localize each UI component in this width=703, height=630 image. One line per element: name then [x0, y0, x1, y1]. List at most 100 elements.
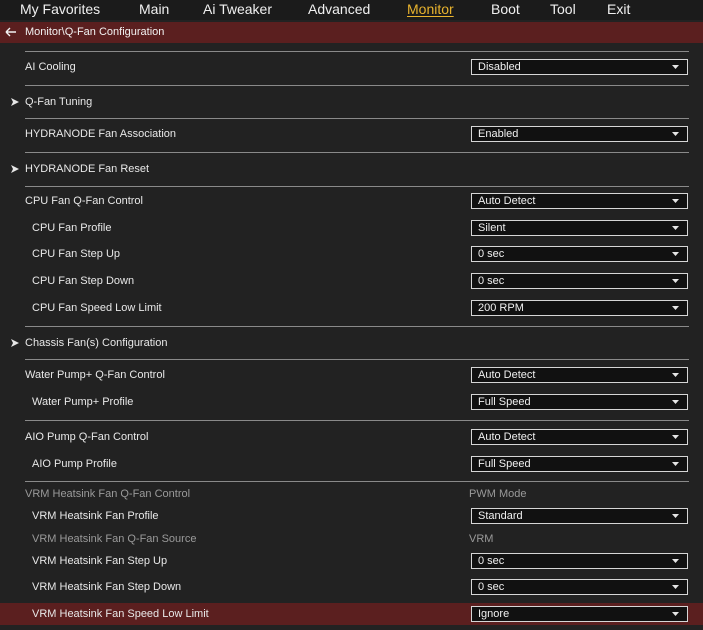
water-pump-q-fan-control-select[interactable]: Auto Detect: [471, 367, 688, 383]
select-value: Auto Detect: [478, 431, 536, 443]
breadcrumb[interactable]: Monitor\Q-Fan Configuration: [0, 22, 703, 43]
setting-label: VRM Heatsink Fan Q-Fan Control: [25, 488, 191, 500]
setting-cpu-fan-profile[interactable]: CPU Fan Profile Silent: [0, 217, 703, 239]
select-value: 0 sec: [478, 581, 505, 593]
chevron-down-icon: [672, 199, 679, 203]
select-value: 0 sec: [478, 555, 505, 567]
submenu-chassis-fan-configuration[interactable]: Chassis Fan(s) Configuration: [0, 332, 703, 354]
setting-label: CPU Fan Speed Low Limit: [32, 302, 162, 314]
setting-label: VRM Heatsink Fan Profile: [32, 510, 159, 522]
setting-ai-cooling[interactable]: AI Cooling Disabled: [0, 56, 703, 78]
select-value: 200 RPM: [478, 302, 524, 314]
submenu-arrow-icon: [11, 165, 19, 173]
divider: [25, 85, 689, 86]
submenu-q-fan-tuning[interactable]: Q-Fan Tuning: [0, 91, 703, 113]
tab-tool[interactable]: Tool: [550, 0, 576, 18]
back-arrow-icon[interactable]: [4, 25, 18, 39]
select-value: Enabled: [478, 128, 519, 140]
setting-cpu-fan-step-up[interactable]: CPU Fan Step Up 0 sec: [0, 243, 703, 265]
submenu-label: HYDRANODE Fan Reset: [25, 163, 150, 175]
setting-aio-pump-profile[interactable]: AIO Pump Profile Full Speed: [0, 453, 703, 475]
setting-label: AIO Pump Q-Fan Control: [25, 431, 149, 443]
select-value: Auto Detect: [478, 195, 536, 207]
setting-label: VRM Heatsink Fan Q-Fan Source: [32, 533, 197, 545]
divider: [25, 326, 689, 327]
tab-exit[interactable]: Exit: [607, 0, 630, 18]
setting-label: CPU Fan Step Down: [32, 275, 135, 287]
aio-pump-q-fan-control-select[interactable]: Auto Detect: [471, 429, 688, 445]
tab-main[interactable]: Main: [139, 0, 169, 18]
cpu-fan-q-fan-control-select[interactable]: Auto Detect: [471, 193, 688, 209]
setting-water-pump-q-fan-control[interactable]: Water Pump+ Q-Fan Control Auto Detect: [0, 364, 703, 386]
setting-label: Water Pump+ Q-Fan Control: [25, 369, 165, 381]
tab-my-favorites[interactable]: My Favorites: [20, 0, 100, 18]
select-value: Standard: [478, 510, 523, 522]
setting-label: VRM Heatsink Fan Speed Low Limit: [32, 608, 209, 620]
setting-label: VRM Heatsink Fan Step Down: [32, 581, 182, 593]
select-value: Auto Detect: [478, 369, 536, 381]
select-value: 0 sec: [478, 248, 505, 260]
cpu-fan-profile-select[interactable]: Silent: [471, 220, 688, 236]
setting-label: VRM Heatsink Fan Step Up: [32, 555, 168, 567]
setting-label: CPU Fan Step Up: [32, 248, 121, 260]
submenu-arrow-icon: [11, 98, 19, 106]
cpu-fan-speed-low-limit-select[interactable]: 200 RPM: [471, 300, 688, 316]
read-only-value: VRM: [469, 533, 494, 545]
chevron-down-icon: [672, 585, 679, 589]
chevron-down-icon: [672, 462, 679, 466]
setting-cpu-fan-step-down[interactable]: CPU Fan Step Down 0 sec: [0, 270, 703, 292]
water-pump-profile-select[interactable]: Full Speed: [471, 394, 688, 410]
setting-label: AIO Pump Profile: [32, 458, 117, 470]
divider: [25, 152, 689, 153]
chevron-down-icon: [672, 514, 679, 518]
setting-cpu-fan-speed-low-limit[interactable]: CPU Fan Speed Low Limit 200 RPM: [0, 297, 703, 319]
chevron-down-icon: [672, 400, 679, 404]
chevron-down-icon: [672, 132, 679, 136]
vrm-heatsink-fan-step-down-select[interactable]: 0 sec: [471, 579, 688, 595]
tab-boot[interactable]: Boot: [491, 0, 520, 18]
select-value: Silent: [478, 222, 506, 234]
ai-cooling-select[interactable]: Disabled: [471, 59, 688, 75]
submenu-hydranode-fan-reset[interactable]: HYDRANODE Fan Reset: [0, 158, 703, 180]
select-value: Full Speed: [478, 458, 531, 470]
vrm-heatsink-fan-speed-low-limit-select[interactable]: Ignore: [471, 606, 688, 622]
setting-vrm-heatsink-fan-q-fan-control: VRM Heatsink Fan Q-Fan Control PWM Mode: [0, 483, 703, 505]
divider: [25, 420, 689, 421]
select-value: 0 sec: [478, 275, 505, 287]
divider: [25, 186, 689, 187]
hydranode-fan-association-select[interactable]: Enabled: [471, 126, 688, 142]
submenu-label: Q-Fan Tuning: [25, 96, 93, 108]
setting-hydranode-fan-association[interactable]: HYDRANODE Fan Association Enabled: [0, 123, 703, 145]
setting-vrm-heatsink-fan-step-up[interactable]: VRM Heatsink Fan Step Up 0 sec: [0, 550, 703, 572]
chevron-down-icon: [672, 279, 679, 283]
cpu-fan-step-up-select[interactable]: 0 sec: [471, 246, 688, 262]
submenu-arrow-icon: [11, 339, 19, 347]
setting-vrm-heatsink-fan-step-down[interactable]: VRM Heatsink Fan Step Down 0 sec: [0, 576, 703, 598]
vrm-heatsink-fan-step-up-select[interactable]: 0 sec: [471, 553, 688, 569]
tab-monitor[interactable]: Monitor: [407, 0, 454, 18]
breadcrumb-path: Monitor\Q-Fan Configuration: [25, 26, 165, 38]
tab-ai-tweaker[interactable]: Ai Tweaker: [203, 0, 272, 18]
chevron-down-icon: [672, 252, 679, 256]
setting-water-pump-profile[interactable]: Water Pump+ Profile Full Speed: [0, 391, 703, 413]
chevron-down-icon: [672, 373, 679, 377]
setting-aio-pump-q-fan-control[interactable]: AIO Pump Q-Fan Control Auto Detect: [0, 426, 703, 448]
setting-label: CPU Fan Q-Fan Control: [25, 195, 143, 207]
divider: [25, 359, 689, 360]
aio-pump-profile-select[interactable]: Full Speed: [471, 456, 688, 472]
setting-vrm-heatsink-fan-profile[interactable]: VRM Heatsink Fan Profile Standard: [0, 505, 703, 527]
setting-label: Water Pump+ Profile: [32, 396, 134, 408]
setting-label: CPU Fan Profile: [32, 222, 112, 234]
read-only-value: PWM Mode: [469, 488, 527, 500]
divider: [25, 481, 689, 482]
chevron-down-icon: [672, 65, 679, 69]
cpu-fan-step-down-select[interactable]: 0 sec: [471, 273, 688, 289]
chevron-down-icon: [672, 612, 679, 616]
setting-vrm-heatsink-fan-speed-low-limit[interactable]: VRM Heatsink Fan Speed Low Limit Ignore: [0, 603, 703, 625]
tab-advanced[interactable]: Advanced: [308, 0, 370, 18]
vrm-heatsink-fan-profile-select[interactable]: Standard: [471, 508, 688, 524]
top-menu-bar: My Favorites Main Ai Tweaker Advanced Mo…: [0, 0, 703, 20]
submenu-label: Chassis Fan(s) Configuration: [25, 337, 168, 349]
chevron-down-icon: [672, 559, 679, 563]
setting-cpu-fan-q-fan-control[interactable]: CPU Fan Q-Fan Control Auto Detect: [0, 190, 703, 212]
